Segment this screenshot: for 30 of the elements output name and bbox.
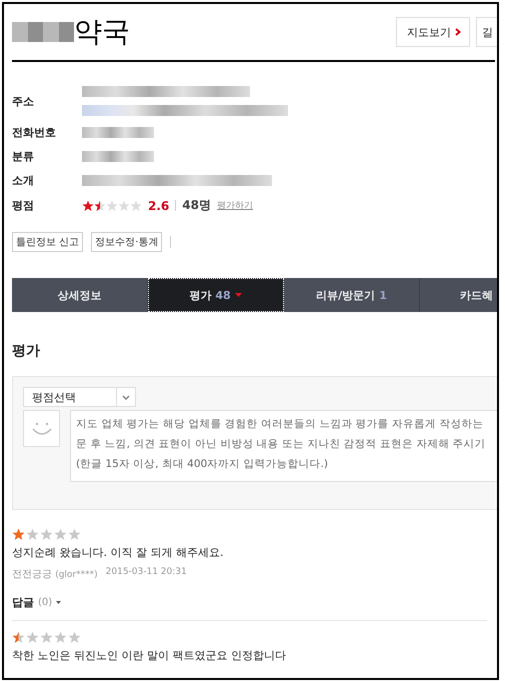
rate-link[interactable]: 평가하기	[216, 199, 253, 212]
review-textarea[interactable]: 지도 업체 평가는 해당 업체를 경험한 여러분들의 느낌과 평가를 자유롭게 작성하는 문 후 느낌, 의견 표현이 아닌 비방성 내용 또는 지나친 감정적 표현은 자제해 주시기 (한글 15자 이상, 최대 400자까지 입력가능합니다.)	[70, 410, 497, 482]
action-button[interactable]: 틀린정보 신고	[12, 232, 84, 252]
chevron-icon	[455, 28, 461, 36]
map-button[interactable]: 지도보기	[396, 17, 470, 47]
blurred-text	[82, 127, 154, 138]
rating-select[interactable]: 평점선택	[23, 387, 136, 407]
rating-count: 48명	[182, 197, 211, 214]
review-text: 착한 노인은 뒤진노인 이란 말이 팩트였군요 인정합니다	[12, 648, 287, 663]
action-button[interactable]: 정보수정·통계	[91, 232, 162, 252]
review-date: 2015-03-11 20:31	[106, 567, 187, 579]
map-button[interactable]: 길	[476, 17, 497, 47]
smiley-icon	[30, 420, 52, 436]
reply-toggle[interactable]: 답글 (0)	[12, 595, 62, 610]
rating-score: 2.6	[148, 198, 170, 212]
info-label: 분류	[12, 149, 35, 164]
review-author: 전전긍긍 (glor****)	[12, 568, 98, 581]
dropdown-icon	[234, 293, 242, 297]
info-label: 소개	[12, 173, 35, 188]
review-text: 성지순례 왔습니다. 이직 잘 되게 해주세요.	[12, 545, 224, 560]
info-label: 주소	[12, 94, 35, 108]
info-label: 평점	[12, 198, 35, 213]
chevron-down-icon	[122, 394, 130, 400]
info-label: 전화번호	[12, 125, 57, 140]
blurred-text	[12, 22, 74, 42]
tab[interactable]: 평가 48	[148, 278, 284, 312]
blurred-text	[82, 151, 154, 162]
section-heading: 평가	[12, 342, 41, 360]
caret-icon	[56, 601, 62, 604]
place-title: 약국	[74, 14, 130, 50]
